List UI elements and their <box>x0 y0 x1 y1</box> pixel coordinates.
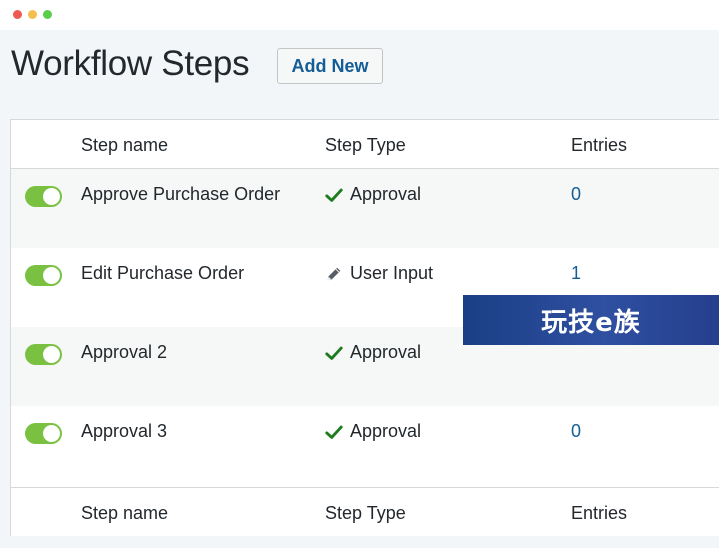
step-name-link[interactable]: Approval 2 <box>81 342 167 363</box>
column-footer-step-name[interactable]: Step name <box>81 503 168 524</box>
add-new-button[interactable]: Add New <box>277 48 383 84</box>
toggle-knob <box>43 425 60 442</box>
step-type-cell: Approval <box>325 184 421 205</box>
step-enabled-toggle[interactable] <box>25 423 62 444</box>
minimize-window-button[interactable] <box>28 10 37 19</box>
table-footer: Step name Step Type Entries <box>11 487 719 536</box>
step-type-label: Approval <box>350 421 422 441</box>
step-enabled-toggle[interactable] <box>25 265 62 286</box>
page-title: Workflow Steps <box>11 44 250 83</box>
table-header: Step name Step Type Entries <box>11 120 719 169</box>
step-type-cell: Approval <box>325 421 421 442</box>
column-footer-step-type[interactable]: Step Type <box>325 503 406 524</box>
column-header-entries[interactable]: Entries <box>571 135 627 156</box>
column-header-step-type[interactable]: Step Type <box>325 135 406 156</box>
pencil-icon <box>327 267 341 280</box>
entries-count-link[interactable]: 1 <box>571 263 581 284</box>
table-row: Approval 3 Approval 0 <box>11 406 719 485</box>
step-enabled-toggle[interactable] <box>25 344 62 365</box>
toggle-knob <box>43 188 60 205</box>
entries-count-link[interactable]: 0 <box>571 184 581 205</box>
toggle-knob <box>43 346 60 363</box>
step-type-label: User Input <box>350 263 434 283</box>
zoom-window-button[interactable] <box>43 10 52 19</box>
step-type-cell: Approval <box>325 342 421 363</box>
step-type-cell: User Input <box>325 263 433 284</box>
step-enabled-toggle[interactable] <box>25 186 62 207</box>
close-window-button[interactable] <box>13 10 22 19</box>
step-type-label: Approval <box>350 342 422 362</box>
column-header-step-name[interactable]: Step name <box>81 135 168 156</box>
window-titlebar <box>0 0 719 30</box>
step-name-link[interactable]: Edit Purchase Order <box>81 263 244 284</box>
main-content: Workflow Steps Add New Step name Step Ty… <box>0 30 719 548</box>
check-icon <box>325 346 343 360</box>
entries-count-link[interactable]: 0 <box>571 421 581 442</box>
check-icon <box>325 425 343 439</box>
column-footer-entries[interactable]: Entries <box>571 503 627 524</box>
step-type-label: Approval <box>350 184 422 204</box>
check-icon <box>325 188 343 202</box>
toggle-knob <box>43 267 60 284</box>
table-row: Approve Purchase Order Approval 0 <box>11 169 719 248</box>
step-name-link[interactable]: Approve Purchase Order <box>81 184 280 205</box>
step-name-link[interactable]: Approval 3 <box>81 421 167 442</box>
watermark-logo: 玩技e族 <box>463 295 719 345</box>
